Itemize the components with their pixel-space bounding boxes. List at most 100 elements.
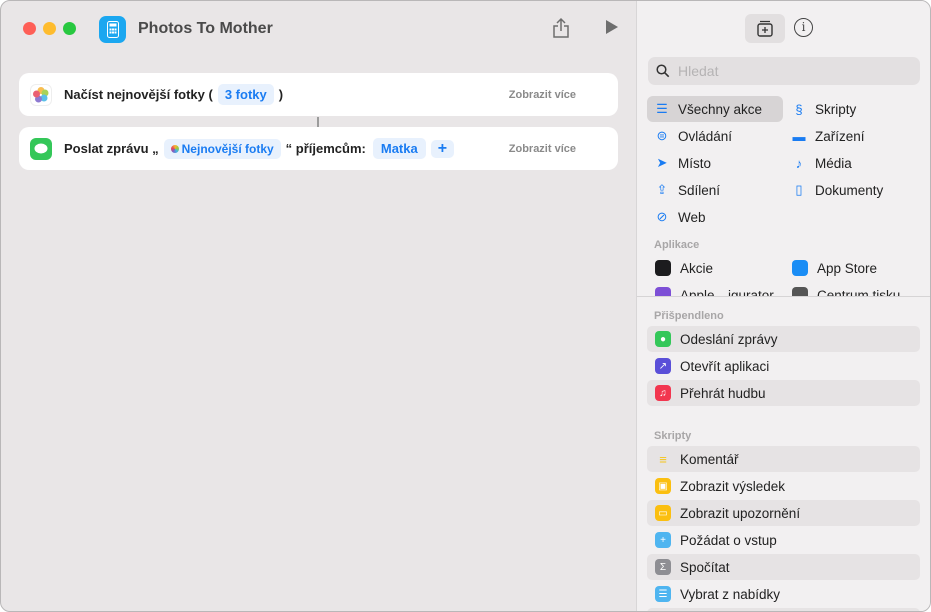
script-next-row[interactable] — [647, 608, 920, 611]
app-label: Akcie — [680, 260, 714, 276]
category-controls[interactable]: ⊜ Ovládání — [647, 123, 783, 149]
shortcut-icon[interactable] — [99, 16, 126, 43]
menu-icon: ☰ — [655, 586, 671, 602]
app-print-center[interactable]: Centrum tisku — [792, 287, 900, 296]
category-location[interactable]: ➤ Místo — [647, 150, 783, 176]
action-connector — [317, 117, 319, 127]
script-comment[interactable]: ≡ Komentář — [647, 446, 920, 472]
editor-area: Photos To Mother Načíst nejnovější fotky… — [1, 1, 636, 611]
action-text-middle: “ příjemcům: — [285, 141, 366, 156]
category-label: Dokumenty — [815, 182, 884, 198]
search-icon — [656, 64, 670, 78]
window-title: Photos To Mother — [138, 20, 273, 37]
messages-icon — [30, 137, 52, 160]
row-label: Komentář — [680, 451, 739, 467]
category-documents[interactable]: ▯ Dokumenty — [784, 177, 920, 203]
script-calculate[interactable]: Σ Spočítat — [647, 554, 920, 580]
category-label: Všechny akce — [678, 101, 763, 117]
action-send-message[interactable]: Poslat zprávu „ Nejnovější fotky “ příje… — [19, 127, 618, 170]
apps-overflow: Apple…igurator Centrum tisku — [637, 283, 930, 296]
music-icon: ♫ — [655, 385, 671, 401]
show-more-button[interactable]: Zobrazit více — [509, 143, 576, 155]
action-get-latest-photos[interactable]: Načíst nejnovější fotky ( 3 fotky ) Zobr… — [19, 73, 618, 116]
photos-icon — [30, 83, 52, 106]
compass-icon: ⊘ — [656, 209, 668, 224]
document-icon: ▯ — [795, 182, 803, 197]
photo-count-token[interactable]: 3 fotky — [217, 84, 274, 105]
alert-icon: ▭ — [655, 505, 671, 521]
search-placeholder: Hledat — [678, 63, 719, 79]
category-media[interactable]: ♪ Média — [784, 150, 920, 176]
category-label: Zařízení — [815, 128, 865, 144]
category-web[interactable]: ⊘ Web — [647, 204, 783, 230]
add-recipient-button[interactable]: + — [430, 139, 455, 158]
stocks-icon — [655, 260, 671, 276]
configurator-icon — [655, 287, 671, 296]
info-button[interactable]: i — [794, 18, 813, 37]
row-label: Zobrazit výsledek — [680, 478, 786, 494]
category-all-actions[interactable]: ☰ Všechny akce — [647, 96, 783, 122]
category-label: Místo — [678, 155, 712, 171]
apps-section-header: Aplikace — [654, 239, 700, 251]
ask-input-icon: + — [655, 532, 671, 548]
divider — [637, 296, 930, 297]
action-library-sidebar: i Hledat ☰ Všechny akce § Skripty ⊜ Ovládán… — [636, 1, 930, 611]
row-label: Odeslání zprávy — [680, 331, 778, 347]
action-text: Poslat zprávu „ — [64, 141, 159, 156]
share-icon: ⇪ — [656, 182, 668, 197]
pinned-section-header: Přišpendleno — [654, 310, 724, 322]
messages-icon: ● — [655, 331, 671, 347]
row-label: Zobrazit upozornění — [680, 505, 801, 521]
location-arrow-icon: ➤ — [656, 155, 668, 170]
script-ask-input[interactable]: + Požádat o vstup — [647, 527, 920, 553]
app-stocks[interactable]: Akcie — [655, 260, 713, 276]
play-icon[interactable] — [605, 19, 619, 40]
action-library-button[interactable] — [745, 14, 785, 43]
app-label: Centrum tisku — [817, 287, 901, 297]
sigma-icon: Σ — [655, 559, 671, 575]
script-choose-from-menu[interactable]: ☰ Vybrat z nabídky — [647, 581, 920, 607]
show-result-icon: ▣ — [655, 478, 671, 494]
close-button[interactable] — [23, 22, 36, 35]
script-show-result[interactable]: ▣ Zobrazit výsledek — [647, 473, 920, 499]
row-label: Vybrat z nabídky — [680, 586, 781, 602]
zoom-button[interactable] — [63, 22, 76, 35]
share-icon[interactable] — [552, 17, 570, 44]
minimize-button[interactable] — [43, 22, 56, 35]
app-label: Apple…igurator — [680, 287, 774, 297]
app-store-icon — [792, 260, 808, 276]
pinned-open-app[interactable]: ↗ Otevřít aplikaci — [647, 353, 920, 379]
show-more-button[interactable]: Zobrazit více — [509, 89, 576, 101]
scripting-icon: § — [795, 101, 803, 117]
category-device[interactable]: ▬ Zařízení — [784, 123, 920, 149]
printer-icon — [792, 287, 808, 296]
toggle-icon: ⊜ — [656, 128, 668, 143]
variable-label: Nejnovější fotky — [181, 141, 274, 156]
app-label: App Store — [817, 260, 878, 276]
app-apple-configurator[interactable]: Apple…igurator — [655, 287, 774, 296]
scripts-section-header: Skripty — [654, 430, 692, 442]
category-sharing[interactable]: ⇪ Sdílení — [647, 177, 783, 203]
action-text: Načíst nejnovější fotky ( — [64, 87, 213, 102]
list-icon: ☰ — [656, 101, 668, 116]
action-text-suffix: ) — [278, 87, 284, 102]
category-scripting[interactable]: § Skripty — [784, 96, 920, 122]
pinned-play-music[interactable]: ♫ Přehrát hudbu — [647, 380, 920, 406]
script-show-alert[interactable]: ▭ Zobrazit upozornění — [647, 500, 920, 526]
row-label: Spočítat — [680, 559, 730, 575]
photos-icon — [170, 144, 179, 153]
row-label: Požádat o vstup — [680, 532, 777, 548]
app-app-store[interactable]: App Store — [792, 260, 877, 276]
row-label: Otevřít aplikaci — [680, 358, 770, 374]
category-label: Sdílení — [678, 182, 721, 198]
category-label: Web — [678, 209, 706, 225]
row-label: Přehrát hudbu — [680, 385, 766, 401]
pinned-send-message[interactable]: ● Odeslání zprávy — [647, 326, 920, 352]
music-note-icon: ♪ — [795, 155, 803, 171]
recipient-token[interactable]: Matka — [372, 138, 426, 159]
category-label: Skripty — [815, 101, 857, 117]
latest-photos-variable[interactable]: Nejnovější fotky — [163, 138, 281, 159]
category-label: Ovládání — [678, 128, 733, 144]
search-input[interactable]: Hledat — [648, 57, 920, 85]
display-icon: ▬ — [792, 128, 806, 144]
